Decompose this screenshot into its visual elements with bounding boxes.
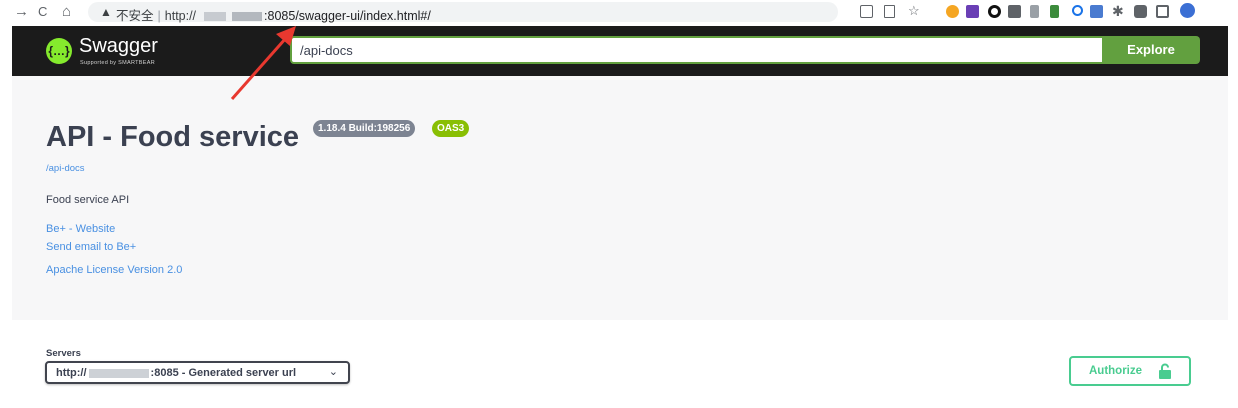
extension-icon[interactable] [1008,5,1021,18]
server-select-value: http:// :8085 - Generated server url [56,367,296,379]
sidepanel-icon[interactable] [1156,5,1169,18]
home-icon[interactable]: ⌂ [62,3,71,21]
address-text: 不安全 | http://:8085/swagger-ui/index.html#/ [116,9,431,23]
swagger-logo-icon[interactable]: {…} [46,38,72,64]
explore-button[interactable]: Explore [1102,36,1200,64]
url-prefix: http:// [164,9,197,23]
asterisk-icon[interactable]: ✱ [1112,3,1125,19]
url-path: :8085/swagger-ui/index.html#/ [264,9,431,23]
extension-icon[interactable] [1090,5,1103,18]
reload-icon[interactable]: C [38,3,47,21]
address-bar[interactable]: ▲ 不安全 | http://:8085/swagger-ui/index.html… [88,2,838,23]
translate-icon[interactable] [860,5,873,18]
share-icon[interactable] [884,5,895,18]
email-link[interactable]: Send email to Be+ [46,241,136,253]
website-link[interactable]: Be+ - Website [46,223,115,235]
server-url-prefix: http:// [56,367,87,379]
version-badge: 1.18.4 Build:198256 [313,120,416,137]
redacted-host [232,12,263,22]
api-info-section: API - Food service 1.18.4 Build:198256 O… [12,76,1228,320]
star-icon[interactable]: ☆ [908,3,921,18]
servers-label: Servers [46,348,81,359]
redacted-host [88,368,149,378]
chevron-down-icon: ⌄ [328,366,338,378]
extension-icon[interactable] [1072,5,1083,16]
profile-avatar[interactable] [1180,3,1195,18]
browser-toolbar: → C ⌂ ▲ 不安全 | http://:8085/swagger-ui/inde… [0,0,1238,26]
warning-icon: ▲ [100,5,112,19]
swagger-logo-subtext: Supported by SMARTBEAR [80,60,155,66]
server-url-suffix: :8085 - Generated server url [150,367,297,379]
redacted-host [204,12,227,22]
authorize-button[interactable]: Authorize [1069,356,1191,386]
insecure-label: 不安全 [116,9,154,23]
swagger-logo-text[interactable]: Swagger [79,35,158,58]
page-title: API - Food service [46,121,300,153]
spec-url-input[interactable] [290,36,1102,64]
extension-icon[interactable] [1030,5,1039,18]
back-icon[interactable]: → [14,3,29,21]
server-select[interactable]: http:// :8085 - Generated server url ⌄ [45,361,350,384]
extension-icon[interactable] [966,5,979,18]
license-link[interactable]: Apache License Version 2.0 [46,264,182,276]
spec-url-link[interactable]: /api-docs [46,163,85,174]
api-description: Food service API [46,194,130,206]
puzzle-icon[interactable] [1134,5,1147,18]
extension-icon[interactable] [988,5,1001,18]
authorize-label: Authorize [1089,365,1143,377]
unlock-icon [1159,363,1171,379]
extension-icon[interactable] [946,5,959,18]
oas-badge: OAS3 [432,120,470,137]
extension-icon[interactable] [1050,5,1059,18]
swagger-topbar: {…} Swagger Supported by SMARTBEAR Explo… [12,26,1228,76]
